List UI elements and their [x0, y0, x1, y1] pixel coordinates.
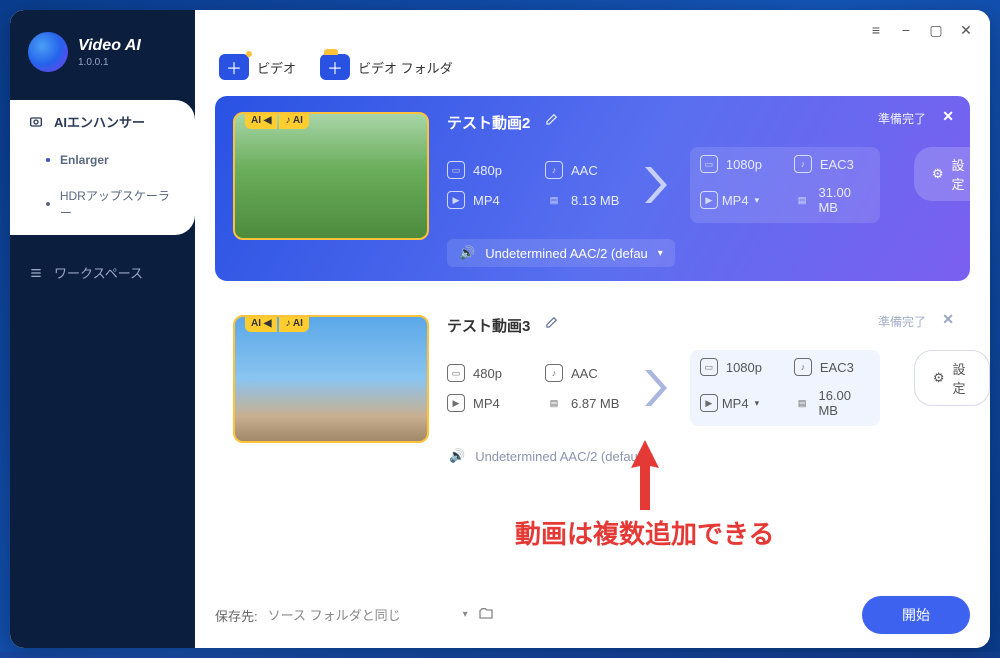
- card-body: テスト動画2 ▭480p ▶MP4 ♪AAC ▤8.13 MB: [447, 112, 988, 267]
- main-panel: ≡ − ▢ ✕ ＋ ビデオ ＋ ビデオ フォルダ AI ◀ ♪ AI: [195, 10, 990, 648]
- settings-button[interactable]: ⚙ 設定: [914, 350, 990, 406]
- arrow-icon: [643, 364, 668, 412]
- browse-folder-icon[interactable]: [478, 606, 494, 625]
- remove-card-icon[interactable]: ✕: [942, 311, 954, 328]
- audio-ai-badge: ♪ AI: [279, 315, 308, 332]
- card-title: テスト動画2: [447, 112, 530, 133]
- arrow-icon: [643, 161, 668, 209]
- play-icon: ▶: [447, 191, 465, 209]
- speaker-icon: 🔊: [459, 245, 475, 261]
- input-specs: ▭480p ▶MP4: [447, 161, 523, 209]
- audio-icon: ♪: [545, 364, 563, 382]
- sidebar-item-enlarger[interactable]: Enlarger: [10, 143, 195, 177]
- maximize-icon[interactable]: ▢: [928, 22, 944, 39]
- edit-title-icon[interactable]: [544, 316, 558, 335]
- gear-icon: ⚙: [933, 370, 945, 386]
- save-location: 保存先: ソース フォルダと同じ: [215, 605, 494, 625]
- input-specs-2: ♪AAC ▤6.87 MB: [545, 364, 621, 412]
- storage-icon: ▤: [794, 394, 811, 412]
- start-button[interactable]: 開始: [862, 596, 970, 634]
- app-version: 1.0.0.1: [78, 57, 141, 68]
- monitor-icon: ▭: [447, 161, 465, 179]
- input-specs-2: ♪AAC ▤8.13 MB: [545, 161, 621, 209]
- ai-badge: AI ◀: [245, 315, 277, 332]
- sidebar-item-workspace[interactable]: ワークスペース: [10, 253, 195, 292]
- settings-button[interactable]: ⚙ 設定: [914, 147, 988, 201]
- storage-icon: ▤: [545, 191, 563, 209]
- audio-track-select[interactable]: 🔊 Undetermined AAC/2 (defau: [447, 239, 675, 267]
- audio-icon: ♪: [794, 155, 812, 173]
- app-logo-icon: [28, 32, 68, 72]
- play-icon: ▶: [700, 394, 718, 412]
- monitor-icon: ▭: [447, 364, 465, 382]
- sidebar-workspace-label: ワークスペース: [54, 263, 143, 282]
- audio-icon: ♪: [794, 358, 812, 376]
- output-specs-container: ▭1080p ♪EAC3 ▶MP4 ▤16.00 MB: [690, 350, 880, 426]
- sidebar-item-label: Enlarger: [60, 153, 109, 167]
- edit-title-icon[interactable]: [544, 113, 558, 132]
- remove-card-icon[interactable]: ✕: [942, 108, 954, 125]
- audio-icon: ♪: [545, 161, 563, 179]
- bullet-icon: [46, 158, 50, 162]
- sidebar: Video AI 1.0.0.1 AIエンハンサー Enlarger HDRアッ…: [10, 10, 195, 648]
- video-thumbnail[interactable]: AI ◀ ♪ AI: [233, 112, 429, 240]
- annotation-text: 動画は複数追加できる: [515, 514, 774, 551]
- add-folder-icon: ＋: [320, 54, 350, 80]
- list-icon: [28, 265, 44, 281]
- add-video-label: ビデオ: [257, 58, 296, 77]
- enhancer-icon: [28, 114, 44, 130]
- sidebar-item-label: HDRアップスケーラー: [60, 187, 177, 221]
- gear-icon: ⚙: [932, 166, 944, 182]
- play-icon: ▶: [700, 191, 718, 209]
- output-specs: ▭1080p ♪EAC3 ▶MP4 ▤31.00 MB: [690, 147, 880, 223]
- add-video-button[interactable]: ＋ ビデオ: [219, 54, 296, 80]
- app-name: Video AI: [78, 37, 141, 55]
- add-video-icon: ＋: [219, 54, 249, 80]
- badge-strip: AI ◀ ♪ AI: [245, 112, 309, 129]
- storage-icon: ▤: [545, 394, 563, 412]
- save-location-select[interactable]: ソース フォルダと同じ: [268, 605, 468, 625]
- app-window: Video AI 1.0.0.1 AIエンハンサー Enlarger HDRアッ…: [10, 10, 990, 648]
- input-specs: ▭480p ▶MP4: [447, 364, 523, 412]
- speaker-icon: 🔊: [449, 448, 465, 464]
- bottom-bar: 保存先: ソース フォルダと同じ 開始: [215, 596, 970, 634]
- save-label: 保存先:: [215, 606, 258, 625]
- output-container-select[interactable]: ▶MP4: [700, 185, 776, 215]
- status-label: 準備完了: [878, 313, 926, 330]
- add-folder-button[interactable]: ＋ ビデオ フォルダ: [320, 54, 453, 80]
- close-icon[interactable]: ✕: [958, 22, 974, 39]
- sidebar-group-enhancer: AIエンハンサー Enlarger HDRアップスケーラー: [10, 100, 195, 235]
- menu-icon[interactable]: ≡: [868, 22, 884, 39]
- video-thumbnail[interactable]: AI ◀ ♪ AI: [233, 315, 429, 443]
- sidebar-enhancer-label: AIエンハンサー: [54, 112, 145, 131]
- desktop-taskbar: [0, 652, 1000, 658]
- annotation: 動画は複数追加できる: [515, 440, 774, 551]
- bullet-icon: [46, 202, 50, 206]
- badge-strip: AI ◀ ♪ AI: [245, 315, 309, 332]
- video-card[interactable]: AI ◀ ♪ AI テスト動画2 ▭480p ▶MP4: [215, 96, 970, 281]
- monitor-icon: ▭: [700, 358, 718, 376]
- monitor-icon: ▭: [700, 155, 718, 173]
- minimize-icon[interactable]: −: [898, 22, 914, 39]
- play-icon: ▶: [447, 394, 465, 412]
- sidebar-item-hdr[interactable]: HDRアップスケーラー: [10, 177, 195, 235]
- add-folder-label: ビデオ フォルダ: [358, 58, 453, 77]
- output-specs-container: ▭1080p ♪EAC3 ▶MP4 ▤31.00 MB: [690, 147, 880, 223]
- card-title: テスト動画3: [447, 315, 530, 336]
- audio-ai-badge: ♪ AI: [279, 112, 308, 129]
- storage-icon: ▤: [794, 191, 811, 209]
- logo-area: Video AI 1.0.0.1: [10, 10, 195, 82]
- output-container-select[interactable]: ▶MP4: [700, 388, 776, 418]
- ai-badge: AI ◀: [245, 112, 277, 129]
- output-specs: ▭1080p ♪EAC3 ▶MP4 ▤16.00 MB: [690, 350, 880, 426]
- cards-list: AI ◀ ♪ AI テスト動画2 ▭480p ▶MP4: [195, 92, 990, 488]
- arrow-up-icon: [625, 440, 665, 510]
- status-label: 準備完了: [878, 110, 926, 127]
- sidebar-item-enhancer[interactable]: AIエンハンサー: [10, 100, 195, 143]
- window-controls: ≡ − ▢ ✕: [868, 22, 974, 39]
